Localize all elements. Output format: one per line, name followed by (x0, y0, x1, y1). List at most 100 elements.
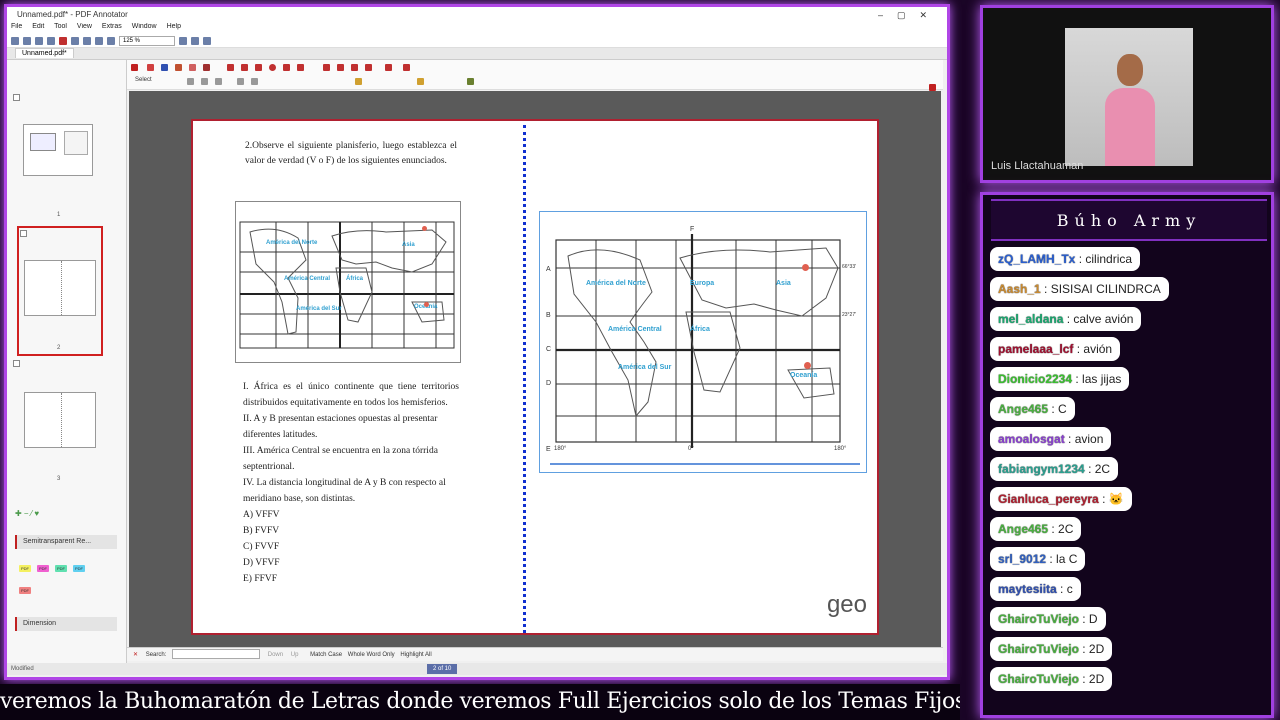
send-back-icon[interactable] (251, 78, 258, 85)
find-icon[interactable] (95, 36, 103, 45)
chat-username[interactable]: Aash_1 (998, 282, 1041, 296)
menu-tool[interactable]: Tool (54, 23, 67, 30)
chat-username[interactable]: fabiangym1234 (998, 462, 1085, 476)
fit-width-icon[interactable] (203, 36, 211, 45)
map-point-b (804, 362, 811, 369)
close-doc-icon[interactable] (59, 36, 67, 45)
sum-tool-icon[interactable] (385, 64, 392, 71)
redo-icon[interactable] (83, 36, 91, 45)
line-tool-icon[interactable] (227, 64, 234, 71)
marker-tool-icon[interactable] (203, 64, 210, 71)
chat-username[interactable]: zQ_LAMH_Tx (998, 252, 1075, 266)
pen-style-header[interactable]: Semitransparent Re... (15, 535, 117, 549)
pen-tool-icon[interactable] (175, 64, 182, 71)
thumbnail-page-1[interactable] (23, 124, 93, 176)
fit-page-icon[interactable] (191, 36, 199, 45)
select-tool-icon[interactable] (147, 64, 154, 71)
chat-username[interactable]: GhairoTuViejo (998, 672, 1079, 686)
chat-message: pamelaaa_lcf : avión (990, 337, 1121, 361)
hand-tool-icon[interactable] (161, 64, 168, 71)
page-navigator[interactable]: 2 of 10 (427, 664, 458, 674)
chat-username[interactable]: amoalosgat (998, 432, 1065, 446)
lasso-tool-icon[interactable] (297, 64, 304, 71)
presenter-head (1117, 54, 1143, 86)
news-ticker: veremos la Buhomaratón de Letras donde v… (0, 684, 960, 720)
zoom-out-icon[interactable] (107, 36, 115, 45)
zoom-in-icon[interactable] (179, 36, 187, 45)
arrow-tool-icon[interactable] (241, 64, 248, 71)
close-panel-icon[interactable] (131, 64, 138, 71)
close-find-icon[interactable]: ✕ (133, 652, 138, 658)
image-insert-icon[interactable] (467, 78, 474, 85)
note-tool-icon[interactable] (351, 64, 358, 71)
properties-icon[interactable] (355, 78, 362, 85)
stamp-tool-icon[interactable] (283, 64, 290, 71)
bring-front-icon[interactable] (237, 78, 244, 85)
group-icon[interactable] (215, 78, 222, 85)
whole-word-toggle[interactable]: Whole Word Only (348, 652, 395, 658)
new-file-icon[interactable] (11, 36, 19, 45)
page-1-checkbox[interactable] (13, 94, 20, 101)
highlighter-chip-pink[interactable]: PDF (37, 565, 49, 572)
save-icon[interactable] (35, 36, 43, 45)
image-tool-icon[interactable] (365, 64, 372, 71)
map-row-b: B (546, 312, 551, 319)
menu-file[interactable]: File (11, 23, 22, 30)
chat-message-text: : 2C (1051, 522, 1074, 536)
thumbnail-page-number: 2 (57, 345, 61, 351)
window-controls[interactable]: –▢✕ (878, 7, 941, 23)
chat-username[interactable]: srl_9012 (998, 552, 1046, 566)
map-row-a: A (546, 266, 551, 273)
highlighter-chip-red[interactable]: PDF (19, 587, 31, 594)
highlighter-tool-icon[interactable] (189, 64, 196, 71)
text-tool-icon[interactable] (337, 64, 344, 71)
camera-tool-icon[interactable] (323, 64, 330, 71)
map-lon-right: 180° (834, 446, 847, 452)
find-down-button[interactable]: Down (268, 652, 283, 658)
chat-username[interactable]: maytesiita (998, 582, 1057, 596)
chat-username[interactable]: GhairoTuViejo (998, 612, 1079, 626)
search-input[interactable] (172, 649, 261, 660)
map-small-grid (239, 221, 455, 349)
menu-view[interactable]: View (77, 23, 92, 30)
favorites-heart-icon[interactable] (403, 64, 410, 71)
chat-username[interactable]: Gianluca_pereyra (998, 492, 1099, 506)
highlighter-chip-yellow[interactable]: PDF (19, 565, 31, 572)
annotation-toolbar: Select (127, 60, 943, 91)
page-2-checkbox[interactable] (20, 230, 27, 237)
world-map-large-selection[interactable]: América del Norte América Central Améric… (539, 211, 867, 473)
chat-username[interactable]: mel_aldana (998, 312, 1063, 326)
pen-tools-row[interactable]: ✚ − ⁄ ♥ (15, 509, 39, 518)
webcam-video (1065, 28, 1193, 166)
document-canvas[interactable]: 2.Observe el siguiente planisferio, lueg… (129, 91, 941, 647)
chat-username[interactable]: Ange465 (998, 402, 1048, 416)
thumbnail-page-3[interactable] (24, 392, 96, 448)
find-up-button[interactable]: Up (291, 652, 299, 658)
highlighter-chip-blue[interactable]: PDF (73, 565, 85, 572)
option-c: C) FVVF (243, 542, 280, 552)
undo-icon[interactable] (71, 36, 79, 45)
page-3-checkbox[interactable] (13, 360, 20, 367)
distribute-icon[interactable] (201, 78, 208, 85)
rectangle-tool-icon[interactable] (255, 64, 262, 71)
highlight-all-toggle[interactable]: Highlight All (400, 652, 431, 658)
ellipse-tool-icon[interactable] (269, 64, 276, 71)
open-file-icon[interactable] (23, 36, 31, 45)
zoom-field[interactable]: 125 % (119, 35, 175, 46)
chat-username[interactable]: GhairoTuViejo (998, 642, 1079, 656)
menu-extras[interactable]: Extras (102, 23, 122, 30)
print-icon[interactable] (47, 36, 55, 45)
tab-unnamed-pdf[interactable]: Unnamed.pdf* (15, 48, 74, 58)
dimension-header[interactable]: Dimension (15, 617, 117, 631)
thumbnail-page-2[interactable] (24, 260, 96, 316)
menu-window[interactable]: Window (132, 23, 157, 30)
menu-edit[interactable]: Edit (32, 23, 44, 30)
align-icon[interactable] (187, 78, 194, 85)
chat-username[interactable]: Ange465 (998, 522, 1048, 536)
highlighter-chip-green[interactable]: PDF (55, 565, 67, 572)
menu-help[interactable]: Help (167, 23, 181, 30)
match-case-toggle[interactable]: Match Case (310, 652, 342, 658)
chat-username[interactable]: Dionicio2234 (998, 372, 1072, 386)
chat-username[interactable]: pamelaaa_lcf (998, 342, 1073, 356)
copy-icon[interactable] (417, 78, 424, 85)
